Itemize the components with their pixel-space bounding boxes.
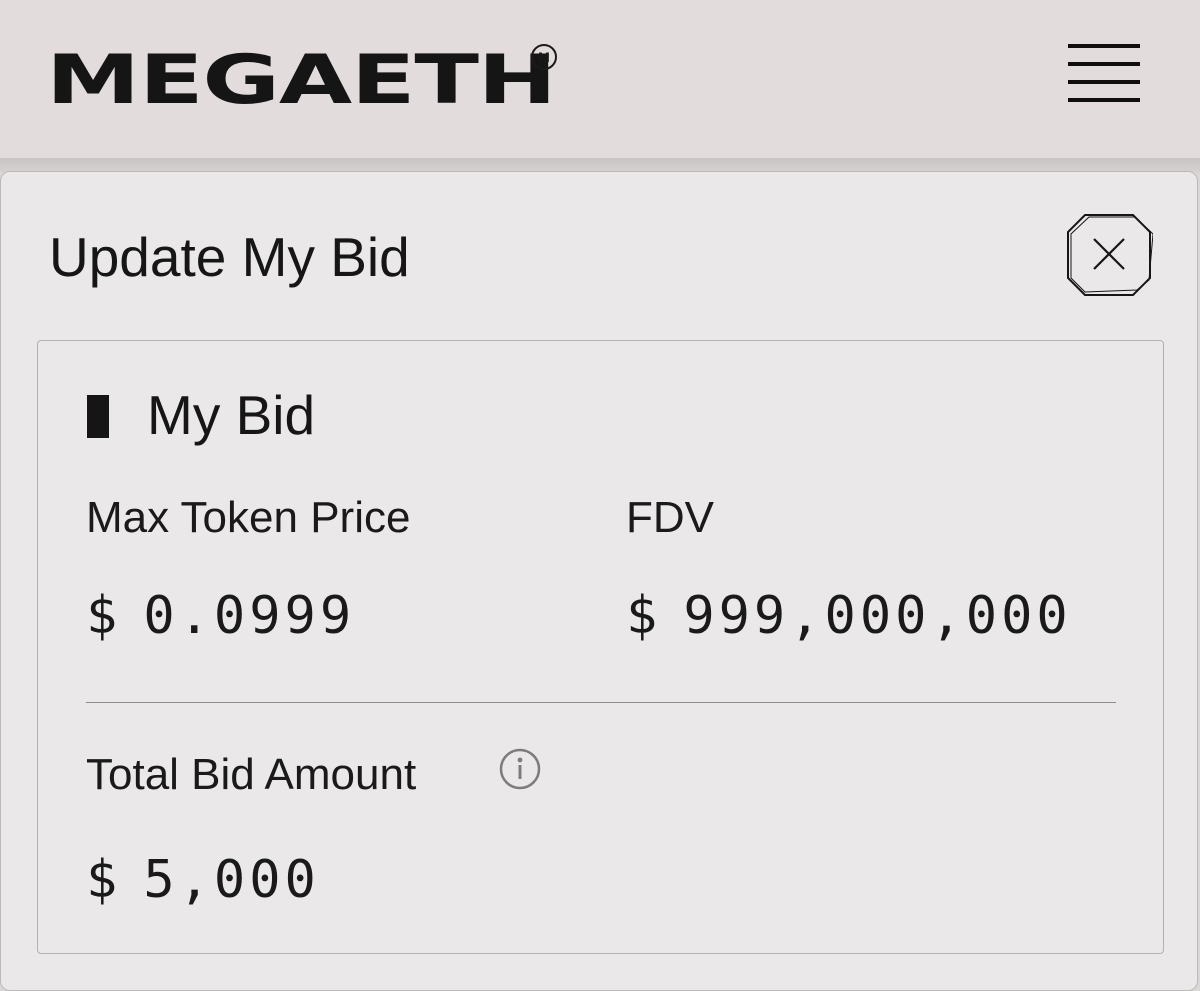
currency-symbol: $: [86, 586, 122, 646]
fdv-label: FDV: [626, 493, 714, 542]
divider: [86, 702, 1116, 703]
menu-bar: [1068, 80, 1140, 84]
section-marker: [87, 395, 109, 438]
menu-bar: [1068, 44, 1140, 48]
modal-title: Update My Bid: [49, 226, 410, 288]
hamburger-menu-icon[interactable]: [1066, 42, 1142, 108]
max-token-price-amount: 0.0999: [143, 586, 356, 646]
update-bid-modal: Update My Bid My Bid Max Token Price $0.…: [0, 171, 1198, 991]
total-bid-amount-label: Total Bid Amount: [86, 750, 417, 799]
total-bid-amount: 5,000: [143, 850, 320, 910]
max-token-price-label: Max Token Price: [86, 493, 411, 542]
site-header: MEGAETH M: [0, 0, 1200, 160]
my-bid-card: My Bid Max Token Price $0.0999 FDV $999,…: [37, 340, 1164, 954]
fdv-amount: 999,000,000: [683, 586, 1072, 646]
currency-symbol: $: [86, 850, 122, 910]
header-divider: [0, 158, 1200, 172]
fdv-value: $999,000,000: [626, 586, 1072, 646]
close-icon: [1067, 214, 1154, 296]
menu-bar: [1068, 98, 1140, 102]
registered-mark-icon: M: [531, 44, 557, 70]
section-title: My Bid: [147, 384, 316, 446]
megaeth-logo[interactable]: MEGAETH: [46, 46, 557, 114]
info-icon-glyph: [499, 748, 541, 790]
info-icon[interactable]: [498, 747, 542, 791]
max-token-price-value: $0.0999: [86, 586, 355, 646]
close-button[interactable]: [1065, 212, 1154, 298]
total-bid-amount-value: $5,000: [86, 850, 320, 910]
menu-bar: [1068, 62, 1140, 66]
currency-symbol: $: [626, 586, 662, 646]
